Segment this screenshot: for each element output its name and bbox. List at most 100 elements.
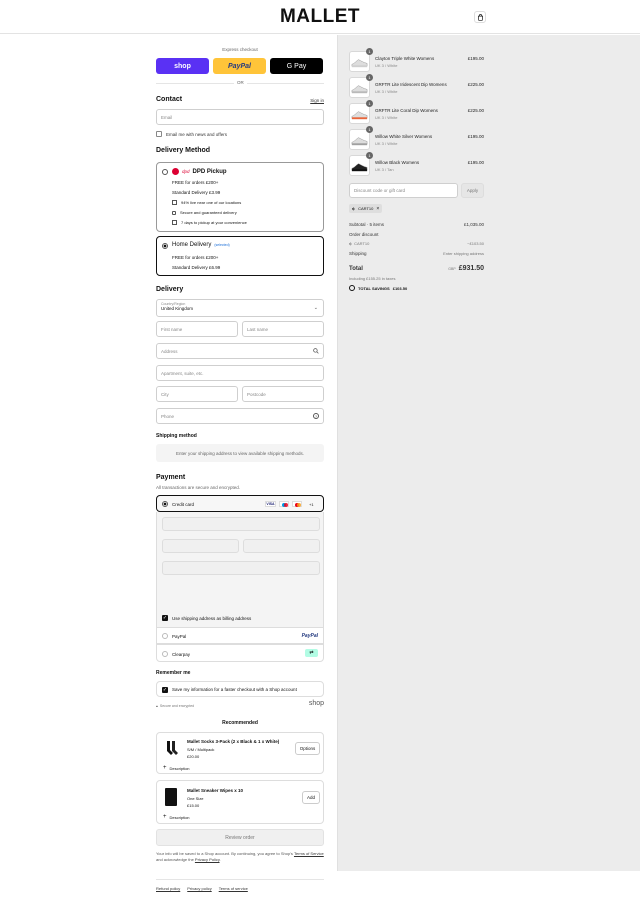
quantity-badge: 1 <box>366 126 373 133</box>
shipping-method-notice: Enter your shipping address to view avai… <box>156 444 324 462</box>
cart-item: 1 GRFTR Lite Iridescent Dip Womens UK 3 … <box>349 74 484 99</box>
card-number-field[interactable] <box>162 517 320 531</box>
legal-text: Your info will be saved to a Shop accoun… <box>156 851 324 862</box>
wipes-thumbnail <box>165 788 177 806</box>
expiry-field[interactable] <box>162 539 239 553</box>
calendar-icon <box>172 220 177 225</box>
shipping-method-heading: Shipping method <box>156 433 197 439</box>
last-name-field[interactable]: Last name <box>242 321 324 337</box>
product-name: Willow White Silver Womens <box>375 134 433 139</box>
dpd-pickup-option[interactable]: dpd DPD Pickup FREE for orders £200+ Sta… <box>156 162 324 232</box>
home-delivery-radio[interactable] <box>162 243 168 249</box>
review-order-button[interactable]: Review order <box>156 829 324 846</box>
product-variant: UK 3 / Tan <box>375 167 394 172</box>
lock-icon: 🔒︎ <box>156 704 158 708</box>
payment-heading: Payment <box>156 474 186 481</box>
card-form: ✓ Use shipping address as billing addres… <box>156 512 324 627</box>
email-field[interactable]: Email <box>156 109 324 125</box>
product-name: Clayton Triple White Womens <box>375 56 435 61</box>
paypal-button[interactable]: PayPal <box>213 58 266 74</box>
security-code-field[interactable] <box>243 539 320 553</box>
cart-item: 1 Willow Black Womens UK 3 / Tan £195.00 <box>349 152 484 177</box>
apartment-field[interactable]: Apartment, suite, etc. <box>156 365 324 381</box>
google-pay-button[interactable]: G Pay <box>270 58 323 74</box>
total-label: Total <box>349 266 363 272</box>
product-variant: UK 3 / White <box>375 63 398 68</box>
building-icon <box>172 200 177 205</box>
order-discount-label: Order discount <box>349 232 379 237</box>
options-button[interactable]: Options <box>295 742 320 755</box>
home-delivery-option[interactable]: Home Delivery (selected) FREE for orders… <box>156 236 324 276</box>
footer-divider <box>156 879 324 880</box>
quantity-badge: 1 <box>366 74 373 81</box>
name-on-card-field[interactable] <box>162 561 320 575</box>
remove-discount-icon[interactable]: × <box>376 206 379 212</box>
phone-field[interactable]: Phone ? <box>156 408 324 424</box>
postcode-field[interactable]: Postcode <box>242 386 324 402</box>
subtotal-value: £1,035.00 <box>463 222 484 227</box>
recommended-item: Mallet Sneaker Wipes x 10 One Size £15.0… <box>156 780 324 824</box>
apply-button[interactable]: Apply <box>461 183 484 198</box>
credit-card-radio[interactable] <box>162 501 168 507</box>
delivery-heading: Delivery <box>156 286 184 293</box>
lock-icon <box>172 210 176 215</box>
terms-link[interactable]: Terms of Service <box>294 851 324 856</box>
discount-code-field[interactable]: Discount code or gift card <box>349 183 458 198</box>
discount-value: −£103.50 <box>467 241 484 246</box>
product-variant: UK 3 / White <box>375 115 398 120</box>
more-cards-label: +1 <box>309 502 314 507</box>
product-name: GRFTR Lite Coral Dip Womens <box>375 108 438 113</box>
total-value: £931.50 <box>458 265 484 272</box>
plus-icon: + <box>163 765 167 771</box>
plus-icon: + <box>163 814 167 820</box>
remember-checkbox[interactable]: ✓ <box>162 687 168 693</box>
billing-checkbox[interactable]: ✓ <box>162 615 168 621</box>
search-icon <box>313 348 319 355</box>
city-field[interactable]: City <box>156 386 238 402</box>
product-price: £195.00 <box>467 56 484 61</box>
dpd-radio[interactable] <box>162 169 168 175</box>
clearpay-logo-icon: ⇄ <box>305 649 318 657</box>
privacy-policy-link[interactable]: Privacy policy <box>187 886 211 891</box>
remember-option[interactable]: ✓ Save my information for a faster check… <box>156 681 324 697</box>
billing-same-option[interactable]: ✓ Use shipping address as billing addres… <box>162 615 251 621</box>
terms-of-service-link[interactable]: Terms of service <box>219 886 248 891</box>
shop-pay-button[interactable]: shop <box>156 58 209 74</box>
paypal-radio[interactable] <box>162 633 168 639</box>
currency-label: GBP <box>448 267 456 271</box>
quantity-badge: 1 <box>366 152 373 159</box>
news-checkbox[interactable] <box>156 131 162 137</box>
tag-icon: ⬖ <box>352 206 356 211</box>
paypal-option[interactable]: PayPal PayPal <box>156 627 324 644</box>
credit-card-option[interactable]: Credit card VISA +1 <box>156 495 324 512</box>
news-opt-in[interactable]: Email me with news and offers <box>156 131 227 137</box>
clearpay-radio[interactable] <box>162 651 168 657</box>
express-checkout-title: Express checkout <box>222 47 258 52</box>
subtotal-label: Subtotal · 5 items <box>349 222 385 227</box>
refund-policy-link[interactable]: Refund policy <box>156 886 180 891</box>
description-toggle[interactable]: + Description <box>163 765 190 771</box>
clearpay-option[interactable]: Clearpay ⇄ <box>156 644 324 662</box>
quantity-badge: 1 <box>366 100 373 107</box>
privacy-link[interactable]: Privacy Policy <box>195 857 220 862</box>
or-label: OR <box>234 80 247 85</box>
payment-subtitle: All transactions are secure and encrypte… <box>156 485 241 490</box>
socks-thumbnail <box>163 739 181 757</box>
country-select[interactable]: Country/Region United Kingdom ⌄ <box>156 299 324 317</box>
shipping-value: Enter shipping address <box>443 251 484 256</box>
first-name-field[interactable]: First name <box>156 321 238 337</box>
header: MALLET <box>0 0 640 34</box>
logo[interactable]: MALLET <box>0 6 640 28</box>
sign-in-link[interactable]: Sign in <box>310 98 324 103</box>
remember-heading: Remember me <box>156 670 191 676</box>
description-toggle[interactable]: + Description <box>163 814 190 820</box>
address-field[interactable]: Address <box>156 343 324 359</box>
product-price: £195.00 <box>467 134 484 139</box>
product-price: £225.00 <box>467 82 484 87</box>
help-icon[interactable]: ? <box>313 413 319 419</box>
cart-item: 1 GRFTR Lite Coral Dip Womens UK 3 / Whi… <box>349 100 484 125</box>
mastercard-icon <box>292 501 302 507</box>
add-button[interactable]: Add <box>302 791 320 804</box>
tag-icon: ⬖ <box>349 241 353 246</box>
shopping-bag-icon[interactable] <box>474 11 486 23</box>
